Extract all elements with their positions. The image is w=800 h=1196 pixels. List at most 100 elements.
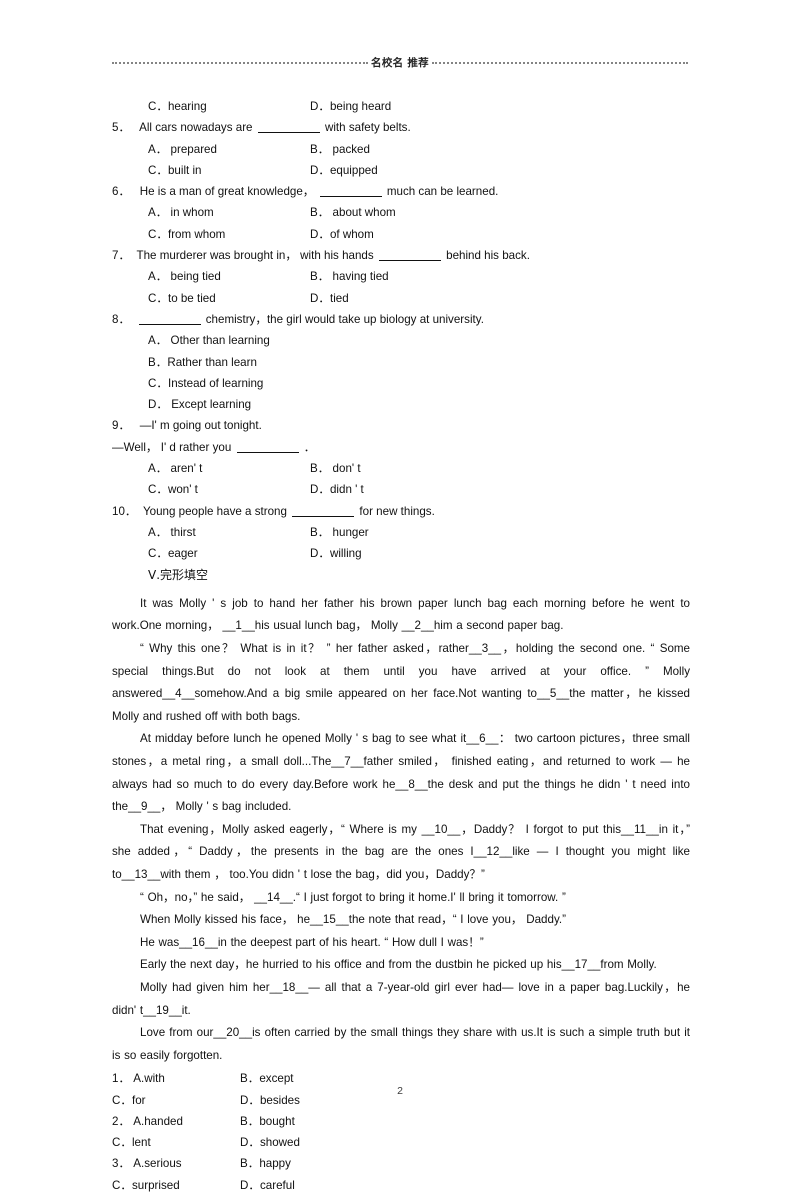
question-text-7b: behind his back. [446,249,530,263]
header-rule-left [112,61,369,65]
option-row-7-ab: A． being tied B． having tied [112,266,692,287]
option-row-10-ab: A． thirst B． hunger [112,522,692,543]
option-b: B． about whom [310,206,396,220]
cloze-paragraph: Molly had given him her__18__— all that … [112,980,690,1017]
question-text-6a: He is a man of great knowledge， [139,185,315,199]
cloze-item-number: 2． [112,1114,131,1128]
option-row-8-b: B．Rather than learn [112,352,692,373]
cloze-option-a: 2． A.handed [112,1111,240,1132]
question-number-8: 8． [112,312,131,326]
option-a: A． Other than learning [148,334,270,348]
cloze-paragraph: Love from our__20__is often carried by t… [112,1026,690,1062]
answer-blank [236,451,299,453]
option-c: C．eager [148,547,198,561]
question-number-6: 6． [112,185,131,199]
answer-blank [138,323,201,325]
option-row-8-d: D． Except learning [112,394,692,415]
option-row-7-cd: C．to be tied D．tied [112,288,692,309]
page-content: C．hearing D．being heard 5． All cars nowa… [112,96,692,1196]
option-b: B． having tied [310,270,389,284]
option-a: A． thirst [148,525,196,539]
option-c: C．Instead of learning [148,376,264,390]
option-d: D．willing [310,547,362,561]
option-c: C．from whom [148,227,226,241]
header-rule-right [431,61,688,65]
question-stem-8: 8． chemistry，the girl would take up biol… [112,309,692,330]
question-stem-7: 7． The murderer was brought in， with his… [112,245,692,266]
option-a: A． in whom [148,206,214,220]
header-title: 名校名 推荐 [371,56,429,69]
page-header: 名校名 推荐 [112,52,688,72]
cloze-option-row: C．lent D．showed [112,1132,692,1153]
cloze-option-row: 2． A.handed B．bought [112,1111,692,1132]
question-number-7: 7． [112,249,131,263]
cloze-option-a-text: A.with [133,1072,165,1086]
cloze-option-a-text: A.serious [133,1157,182,1171]
cloze-option-b: B．bought [240,1114,295,1128]
document-page: 名校名 推荐 C．hearing D．being heard 5． All ca… [0,0,800,1192]
option-a: A． aren' t [148,462,203,476]
option-b: B． don' t [310,462,361,476]
carryover-option-row: C．hearing D．being heard [112,96,692,117]
cloze-paragraph: “ Oh，no，” he said， __14__.“ I just forgo… [140,890,566,904]
page-footer: 2 [0,1085,800,1097]
option-row-8-c: C．Instead of learning [112,373,692,394]
question-text-10a: Young people have a strong [142,504,287,518]
option-c: C．hearing [148,100,207,113]
option-row-9-ab: A． aren' t B． don' t [112,458,692,479]
cloze-item-number: 1． [112,1072,131,1086]
option-c: C．built in [148,163,202,177]
option-b: B．Rather than learn [148,355,257,369]
cloze-paragraph: That evening，Molly asked eagerly，“ Where… [112,822,690,881]
question-text-7a: The murderer was brought in， with his ha… [136,249,374,263]
question-number-10: 10． [112,504,137,518]
option-row-5-ab: A． prepared B． packed [112,139,692,160]
cloze-paragraph: “ Why this one？ What is in it？ ” her fat… [112,642,690,723]
question-stem-9-line2: —Well， I' d rather you ． [112,437,692,458]
option-d: D．equipped [310,163,378,177]
option-row-8-a: A． Other than learning [112,330,692,351]
cloze-option-d: D．careful [240,1178,295,1192]
option-c: C．to be tied [148,291,216,305]
option-d: D． Except learning [148,398,252,412]
cloze-option-row: 3． A.serious B．happy [112,1153,692,1174]
option-c: C．won' t [148,483,198,497]
question-text-8b: chemistry，the girl would take up biology… [205,312,484,326]
cloze-paragraph: He was__16__in the deepest part of his h… [140,935,484,949]
option-b: B． hunger [310,525,369,539]
option-row-5-cd: C．built in D．equipped [112,160,692,181]
option-d: D．being heard [310,100,392,113]
question-number-5: 5． [112,121,131,135]
option-row-6-ab: A． in whom B． about whom [112,202,692,223]
question-number-9: 9． [112,419,131,433]
question-stem-10: 10． Young people have a strong for new t… [112,501,692,522]
cloze-paragraph: At midday before lunch he opened Molly '… [112,732,690,814]
question-stem-6: 6． He is a man of great knowledge， much … [112,181,692,202]
question-text-10b: for new things. [359,504,435,518]
question-stem-5: 5． All cars nowadays are with safety bel… [112,117,692,138]
answer-blank [257,132,320,134]
option-b: B． packed [310,142,370,156]
cloze-paragraph: Early the next day，he hurried to his off… [140,958,657,972]
cloze-item-number: 3． [112,1157,131,1171]
option-a: A． prepared [148,142,217,156]
option-row-9-cd: C．won' t D．didn ' t [112,479,692,500]
answer-blank [319,196,382,198]
question-text-9a: —I' m going out tonight. [139,419,262,433]
question-text-6b: much can be learned. [386,185,499,199]
cloze-option-c: C．surprised [112,1178,180,1192]
option-row-6-cd: C．from whom D．of whom [112,224,692,245]
question-text-9c: ． [303,440,316,454]
question-text-5b: with safety belts. [324,121,411,135]
question-stem-9-line1: 9． —I' m going out tonight. [112,415,692,436]
section-title-cloze: Ⅴ.完形填空 [148,567,209,582]
page-number: 2 [397,1085,403,1097]
cloze-option-b: B．happy [240,1157,291,1171]
cloze-paragraph: When Molly kissed his face， he__15__the … [140,913,566,927]
cloze-option-row: C．surprised D．careful [112,1175,692,1196]
question-text-9b: —Well， I' d rather you [112,440,232,454]
cloze-option-c: C．lent [112,1136,151,1150]
option-d: D．tied [310,291,349,305]
option-row-10-cd: C．eager D．willing [112,543,692,564]
cloze-paragraph: It was Molly ' s job to hand her father … [112,596,690,633]
